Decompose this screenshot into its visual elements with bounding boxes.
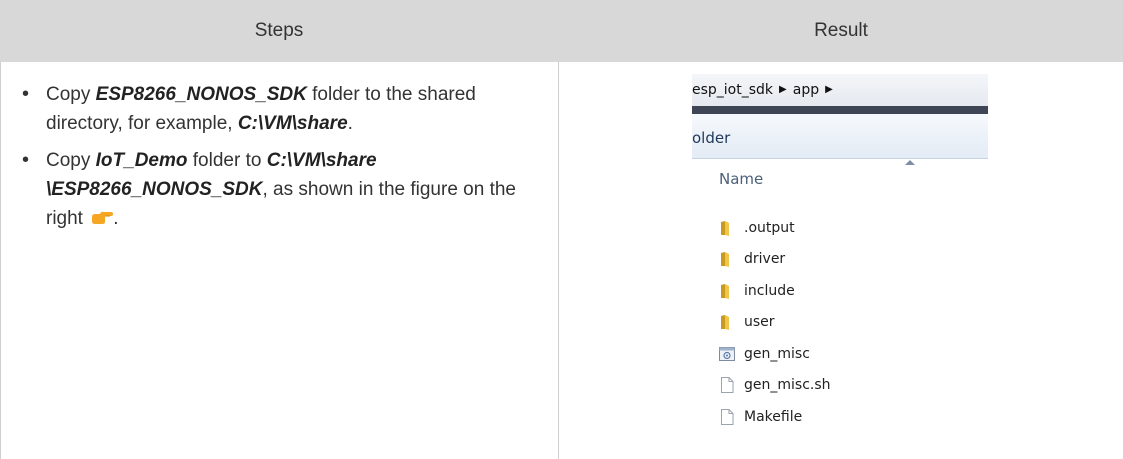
address-bar: esp_iot_sdk ▶ app ▶ (692, 74, 988, 107)
list-item: .output (718, 212, 831, 244)
breadcrumb-item: esp_iot_sdk (692, 82, 774, 98)
breadcrumb-arrow-icon: ▶ (779, 84, 787, 95)
explorer-toolbar: older (692, 114, 988, 159)
file-name: user (744, 314, 775, 331)
folder-icon (721, 315, 729, 331)
step-1-sdk-folder: ESP8266_NONOS_SDK (95, 84, 307, 105)
step-1-text-a: Copy (46, 84, 96, 105)
step-1-share-path: C:\VM\share (237, 113, 348, 134)
folder-icon (721, 283, 729, 299)
file-name: .output (744, 219, 795, 236)
file-list: .output driver include user gen_misc gen… (718, 212, 831, 433)
file-icon (721, 408, 734, 425)
file-name: Makefile (744, 408, 803, 425)
file-name: gen_misc (744, 345, 810, 362)
file-name: driver (744, 251, 786, 268)
folder-icon (721, 252, 729, 268)
step-2-trailing: . (113, 208, 119, 229)
file-icon (721, 377, 734, 394)
file-name: gen_misc.sh (744, 377, 831, 394)
step-2-text-b: folder to (187, 150, 267, 171)
step-2-demo-folder: IoT_Demo (95, 150, 188, 171)
list-item: user (718, 307, 831, 339)
breadcrumb-item: app (792, 82, 820, 98)
window-divider (692, 106, 988, 114)
header-result: Result (814, 20, 868, 41)
list-item: driver (718, 244, 831, 276)
step-item-2: Copy IoT_Demo folder to C:\VM\share \ESP… (22, 146, 542, 233)
table-left-border (0, 62, 1, 459)
list-item: gen_misc.sh (718, 370, 831, 402)
table-column-divider (558, 62, 559, 459)
batch-file-icon (719, 346, 735, 361)
steps-result-table: Steps Result Copy ESP8266_NONOS_SDK fold… (0, 0, 1123, 459)
file-explorer-screenshot: esp_iot_sdk ▶ app ▶ older Name .output driv… (692, 74, 988, 441)
steps-list: Copy ESP8266_NONOS_SDK folder to the sha… (22, 80, 542, 241)
folder-icon (721, 220, 729, 236)
step-2-text-a: Copy (46, 150, 96, 171)
column-header-name: Name (719, 170, 764, 188)
list-item: Makefile (718, 401, 831, 433)
step-1-text-c: . (347, 113, 353, 134)
list-item: include (718, 275, 831, 307)
breadcrumb-arrow-icon: ▶ (825, 84, 833, 95)
table-header-row: Steps Result (0, 0, 1123, 62)
list-item: gen_misc (718, 338, 831, 370)
file-name: include (744, 282, 795, 299)
step-item-1: Copy ESP8266_NONOS_SDK folder to the sha… (22, 80, 542, 138)
sort-arrow-icon (905, 160, 915, 165)
pointing-hand-icon (92, 211, 114, 224)
header-steps: Steps (254, 20, 304, 41)
toolbar-label: older (692, 129, 731, 147)
